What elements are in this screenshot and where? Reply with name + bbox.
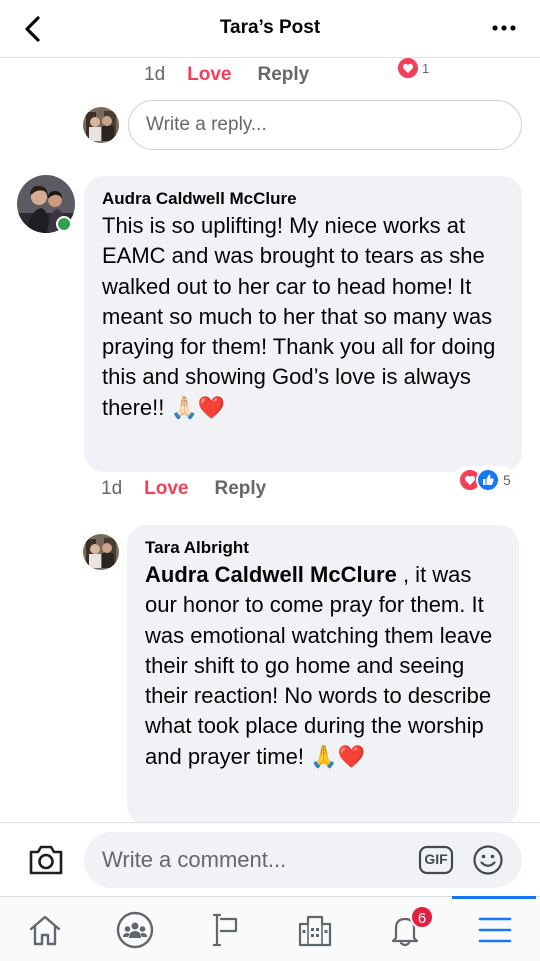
more-options-button[interactable]: [490, 16, 520, 40]
reply-button[interactable]: Reply: [215, 478, 267, 500]
reply-button[interactable]: Reply: [258, 64, 310, 86]
post-title: Tara’s Post: [219, 17, 321, 38]
online-status-indicator: [56, 216, 72, 232]
gif-button[interactable]: GIF: [418, 845, 454, 875]
reaction-count: 5: [503, 472, 511, 488]
comments-thread[interactable]: 1d Love Reply 1 Write a reply... Audra C…: [0, 58, 540, 822]
mention-link[interactable]: Audra Caldwell McClure: [145, 562, 397, 587]
reply-author-avatar[interactable]: [83, 534, 119, 570]
comment-author[interactable]: Audra Caldwell McClure: [102, 189, 504, 209]
comment-text: This is so uplifting! My niece works at …: [102, 213, 496, 420]
bottom-tab-bar: 6: [0, 896, 540, 961]
love-button[interactable]: Love: [187, 64, 231, 86]
notification-count-badge: 6: [410, 905, 434, 929]
pages-flag-icon: [212, 913, 238, 946]
comment-bubble[interactable]: Audra Caldwell McClure This is so uplift…: [84, 176, 522, 472]
gif-label: GIF: [424, 851, 448, 867]
tab-groups[interactable]: [90, 897, 180, 961]
groups-icon: [116, 911, 154, 948]
comment-time: 1d: [144, 64, 166, 85]
like-reaction-icon: [476, 468, 500, 492]
tab-notifications[interactable]: 6: [360, 897, 450, 961]
reaction-count: 1: [422, 60, 430, 76]
previous-reaction-badge[interactable]: 1: [396, 58, 429, 80]
love-button[interactable]: Love: [144, 478, 188, 500]
menu-icon: [478, 917, 512, 942]
love-reaction-icon: [396, 58, 420, 80]
reply-body: , it was our honor to come pray for them…: [145, 562, 493, 769]
reply-text: Audra Caldwell McClure , it was our hono…: [145, 560, 501, 772]
comment-time: 1d: [101, 478, 123, 499]
tab-pages[interactable]: [180, 897, 270, 961]
reply-bubble[interactable]: Tara Albright Audra Caldwell McClure , i…: [127, 525, 519, 822]
reaction-summary[interactable]: 5: [454, 466, 515, 494]
comment-actions: 1d Love Reply: [101, 478, 266, 500]
more-horizontal-icon: [492, 25, 516, 31]
reply-author[interactable]: Tara Albright: [145, 538, 501, 558]
reply-input[interactable]: Write a reply...: [128, 100, 522, 150]
tab-home[interactable]: [0, 897, 90, 961]
top-bar: Tara’s Post: [0, 0, 540, 58]
smiley-icon: [473, 845, 503, 875]
comment-input[interactable]: Write a comment...: [84, 832, 522, 888]
comment-composer: Write a comment... GIF: [0, 822, 540, 896]
emoji-button[interactable]: [472, 844, 504, 876]
tab-menu[interactable]: [450, 897, 540, 961]
home-icon: [29, 915, 61, 945]
camera-icon: [29, 845, 63, 875]
tab-marketplace[interactable]: [270, 897, 360, 961]
previous-comment-actions: 1d Love Reply: [144, 64, 309, 86]
marketplace-icon: [298, 915, 332, 946]
current-user-avatar[interactable]: [83, 107, 119, 143]
camera-button[interactable]: [27, 842, 65, 878]
